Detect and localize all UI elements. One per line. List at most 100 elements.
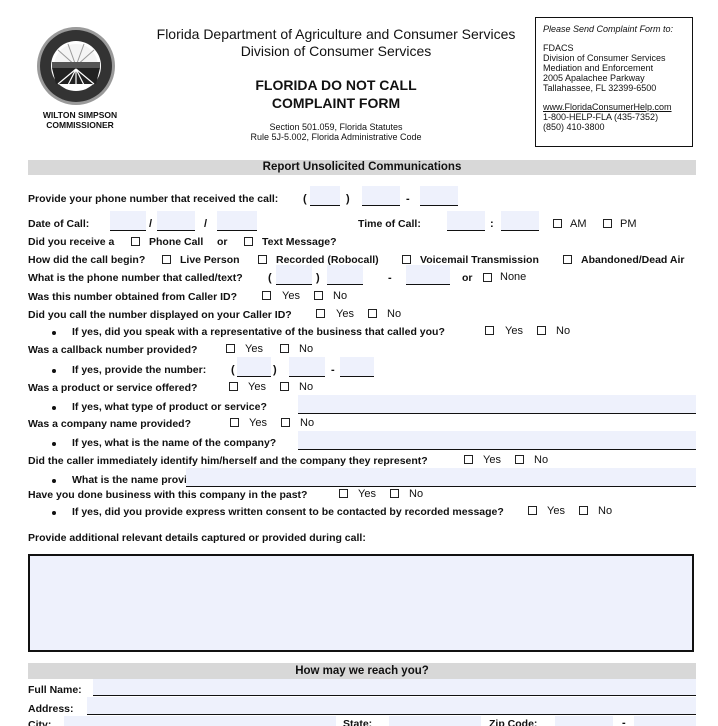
consent-no-checkbox[interactable]: [579, 506, 588, 515]
yes-label: Yes: [358, 488, 376, 500]
slash: /: [149, 218, 153, 230]
called-back-yes-checkbox[interactable]: [316, 309, 325, 318]
bullet: [52, 331, 56, 335]
date-month-field[interactable]: [110, 211, 146, 231]
callback-area-code[interactable]: [237, 357, 271, 377]
caller-area-code[interactable]: [276, 265, 312, 285]
called-back-label: Did you call the number displayed on you…: [28, 309, 292, 321]
phone-call-checkbox[interactable]: [131, 237, 140, 246]
receive-type-label: Did you receive a: [28, 236, 115, 248]
bullet: [52, 511, 56, 515]
yes-label: Yes: [282, 290, 300, 302]
date-year-field[interactable]: [217, 211, 257, 231]
callback-yes-checkbox[interactable]: [226, 344, 235, 353]
caller-id-no-checkbox[interactable]: [314, 291, 323, 300]
colon: :: [490, 218, 494, 230]
phone-call-label: Phone Call: [149, 236, 204, 248]
robocall-checkbox[interactable]: [258, 255, 267, 264]
paren-open: (: [268, 272, 272, 284]
no-label: No: [299, 343, 314, 355]
slash: /: [204, 218, 208, 230]
paren-open: (: [231, 364, 235, 376]
no-label: No: [556, 325, 571, 337]
speak-rep-label: If yes, did you speak with a representat…: [72, 326, 445, 338]
mail-line: Tallahassee, FL 32399-6500: [543, 83, 657, 93]
voicemail-checkbox[interactable]: [402, 255, 411, 264]
text-message-checkbox[interactable]: [244, 237, 253, 246]
full-name-field[interactable]: [93, 679, 696, 696]
zip-field[interactable]: [555, 716, 613, 726]
city-field[interactable]: [64, 716, 336, 726]
your-phone-area-code[interactable]: [310, 186, 340, 206]
paren-close: ): [273, 364, 277, 376]
am-label: AM: [570, 218, 587, 230]
product-type-field[interactable]: [298, 395, 696, 414]
company-provided-label: Was a company name provided?: [28, 418, 191, 430]
consent-yes-checkbox[interactable]: [528, 506, 537, 515]
pm-checkbox[interactable]: [603, 219, 612, 228]
am-checkbox[interactable]: [553, 219, 562, 228]
product-type-label: If yes, what type of product or service?: [72, 401, 267, 413]
speak-rep-no-checkbox[interactable]: [537, 326, 546, 335]
called-back-no-checkbox[interactable]: [368, 309, 377, 318]
live-person-label: Live Person: [180, 254, 240, 266]
company-name-field[interactable]: [298, 431, 696, 450]
no-label: No: [534, 454, 549, 466]
identify-no-checkbox[interactable]: [515, 455, 524, 464]
product-yes-checkbox[interactable]: [229, 382, 238, 391]
no-label: No: [409, 488, 424, 500]
additional-details-textarea[interactable]: [28, 554, 694, 652]
product-offered-label: Was a product or service offered?: [28, 382, 198, 394]
name-provided-field[interactable]: [186, 468, 696, 487]
dash: -: [622, 717, 626, 726]
callback-line[interactable]: [340, 357, 374, 377]
none-checkbox[interactable]: [483, 273, 492, 282]
callback-prefix[interactable]: [289, 357, 325, 377]
caller-identify-label: Did the caller immediately identify him/…: [28, 455, 428, 467]
time-of-call-label: Time of Call:: [358, 218, 421, 230]
business-no-checkbox[interactable]: [390, 489, 399, 498]
division-name: Division of Consumer Services: [240, 43, 432, 59]
date-of-call-label: Date of Call:: [28, 218, 90, 230]
mail-heading: Please Send Complaint Form to:: [543, 24, 674, 34]
caller-number-label: What is the phone number that called/tex…: [28, 272, 243, 284]
speak-rep-yes-checkbox[interactable]: [485, 326, 494, 335]
dash: -: [406, 193, 410, 205]
company-no-checkbox[interactable]: [281, 418, 290, 427]
caller-id-label: Was this number obtained from Caller ID?: [28, 291, 238, 303]
identify-yes-checkbox[interactable]: [464, 455, 473, 464]
pm-label: PM: [620, 218, 637, 230]
abandoned-label: Abandoned/Dead Air: [581, 254, 685, 266]
company-yes-checkbox[interactable]: [230, 418, 239, 427]
dash: -: [331, 364, 335, 376]
paren-close: ): [316, 272, 320, 284]
your-phone-prefix[interactable]: [362, 186, 400, 206]
zip-ext-field[interactable]: [634, 716, 696, 726]
date-day-field[interactable]: [157, 211, 195, 231]
caller-prefix[interactable]: [327, 265, 363, 285]
dash: -: [388, 272, 392, 284]
abandoned-checkbox[interactable]: [563, 255, 572, 264]
mail-line: 2005 Apalachee Parkway: [543, 73, 645, 83]
your-phone-line[interactable]: [420, 186, 458, 206]
time-minute-field[interactable]: [501, 211, 539, 231]
callback-no-checkbox[interactable]: [280, 344, 289, 353]
state-field[interactable]: [389, 716, 481, 726]
live-person-checkbox[interactable]: [162, 255, 171, 264]
mail-line: Mediation and Enforcement: [543, 63, 654, 73]
time-hour-field[interactable]: [447, 211, 485, 231]
business-yes-checkbox[interactable]: [339, 489, 348, 498]
caller-line[interactable]: [406, 265, 450, 285]
caller-id-yes-checkbox[interactable]: [262, 291, 271, 300]
consent-label: If yes, did you provide express written …: [72, 506, 504, 518]
or-label: or: [462, 272, 473, 284]
bullet: [52, 369, 56, 373]
product-no-checkbox[interactable]: [280, 382, 289, 391]
mailing-address-box: Please Send Complaint Form to: FDACS Div…: [535, 17, 693, 147]
yes-label: Yes: [248, 381, 266, 393]
website-link[interactable]: www.FloridaConsumerHelp.com: [543, 102, 692, 112]
bullet: [52, 479, 56, 483]
bullet: [52, 442, 56, 446]
paren-close: ): [346, 193, 350, 205]
address-field[interactable]: [87, 697, 696, 715]
